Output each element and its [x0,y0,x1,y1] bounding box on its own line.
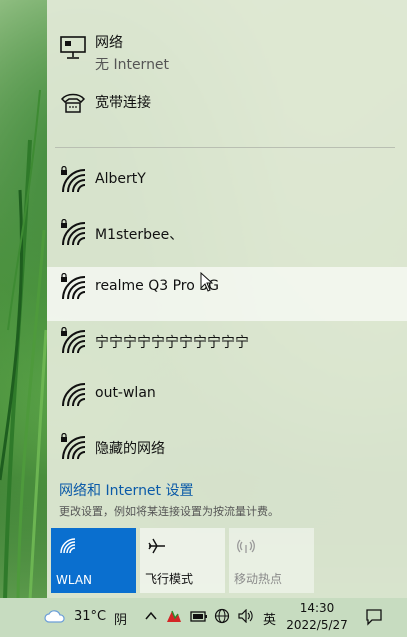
network-ethernet-item[interactable]: 网络 无 Internet [47,24,407,76]
divider [55,147,395,148]
wifi-ssid: 隐藏的网络 [95,441,165,457]
volume-icon[interactable] [238,609,255,623]
wifi-ssid: AlbertY [95,171,146,187]
ethernet-monitor-icon [60,36,86,59]
wifi-secured-icon [61,166,86,193]
battery-icon[interactable] [190,609,208,623]
wifi-item[interactable]: AlbertY [47,154,407,207]
wifi-secured-icon [61,433,86,460]
mobile-hotspot-tile[interactable]: 移动热点 [229,528,314,593]
wifi-item-hovered[interactable]: realme Q3 Pro 5G [47,267,407,321]
mouse-cursor-icon [200,272,214,292]
grass-wallpaper-decoration [0,89,48,600]
notification-center-icon[interactable] [365,608,383,626]
airplane-icon [148,538,165,554]
wifi-item[interactable]: 隐藏的网络 [47,421,407,474]
wifi-item[interactable]: 宁宁宁宁宁宁宁宁宁宁宁 [47,315,407,368]
wifi-secured-icon [61,273,86,300]
network-status: 无 Internet [95,57,170,73]
taskbar: 31°C 阴 英 14:30 2022/5/27 [0,598,407,637]
broadband-label: 宽带连接 [95,95,151,111]
wifi-secured-icon [61,327,86,354]
network-flyout: 网络 无 Internet 宽带连接 AlbertY M1sterbee、 re… [47,0,407,598]
weather-description[interactable]: 阴 [114,609,127,628]
hotspot-tile-label: 移动热点 [234,572,283,586]
wifi-item[interactable]: M1sterbee、 [47,207,407,260]
airplane-mode-tile[interactable]: 飞行模式 [140,528,225,593]
wifi-item[interactable]: out-wlan [47,368,407,421]
ime-indicator[interactable]: 英 [263,609,276,628]
network-settings-description: 更改设置，例如将某连接设置为按流量计费。 [59,505,279,518]
network-settings-link[interactable]: 网络和 Internet 设置 [59,480,194,500]
wifi-open-icon [62,383,86,407]
clock[interactable]: 14:30 2022/5/27 [286,600,348,634]
weather-cloud-icon[interactable] [44,608,66,624]
app-tray-icon[interactable] [166,609,182,623]
wifi-icon [60,538,76,554]
wifi-ssid: 宁宁宁宁宁宁宁宁宁宁宁 [95,335,249,351]
airplane-tile-label: 飞行模式 [145,572,194,586]
clock-date: 2022/5/27 [286,618,348,632]
clock-time: 14:30 [299,601,335,615]
wifi-secured-icon [61,219,86,246]
dialup-phone-icon [60,93,86,113]
wifi-ssid: out-wlan [95,385,156,401]
network-name: 网络 [95,35,123,51]
wlan-tile-label: WLAN [56,573,93,587]
chevron-up-icon[interactable] [144,610,158,622]
globe-network-icon[interactable] [214,608,230,624]
hotspot-icon [237,539,255,553]
wifi-ssid: M1sterbee、 [95,227,184,243]
broadband-connection-item[interactable]: 宽带连接 [47,82,407,122]
wlan-toggle-tile[interactable]: WLAN [51,528,136,593]
weather-temperature[interactable]: 31°C [74,609,106,624]
